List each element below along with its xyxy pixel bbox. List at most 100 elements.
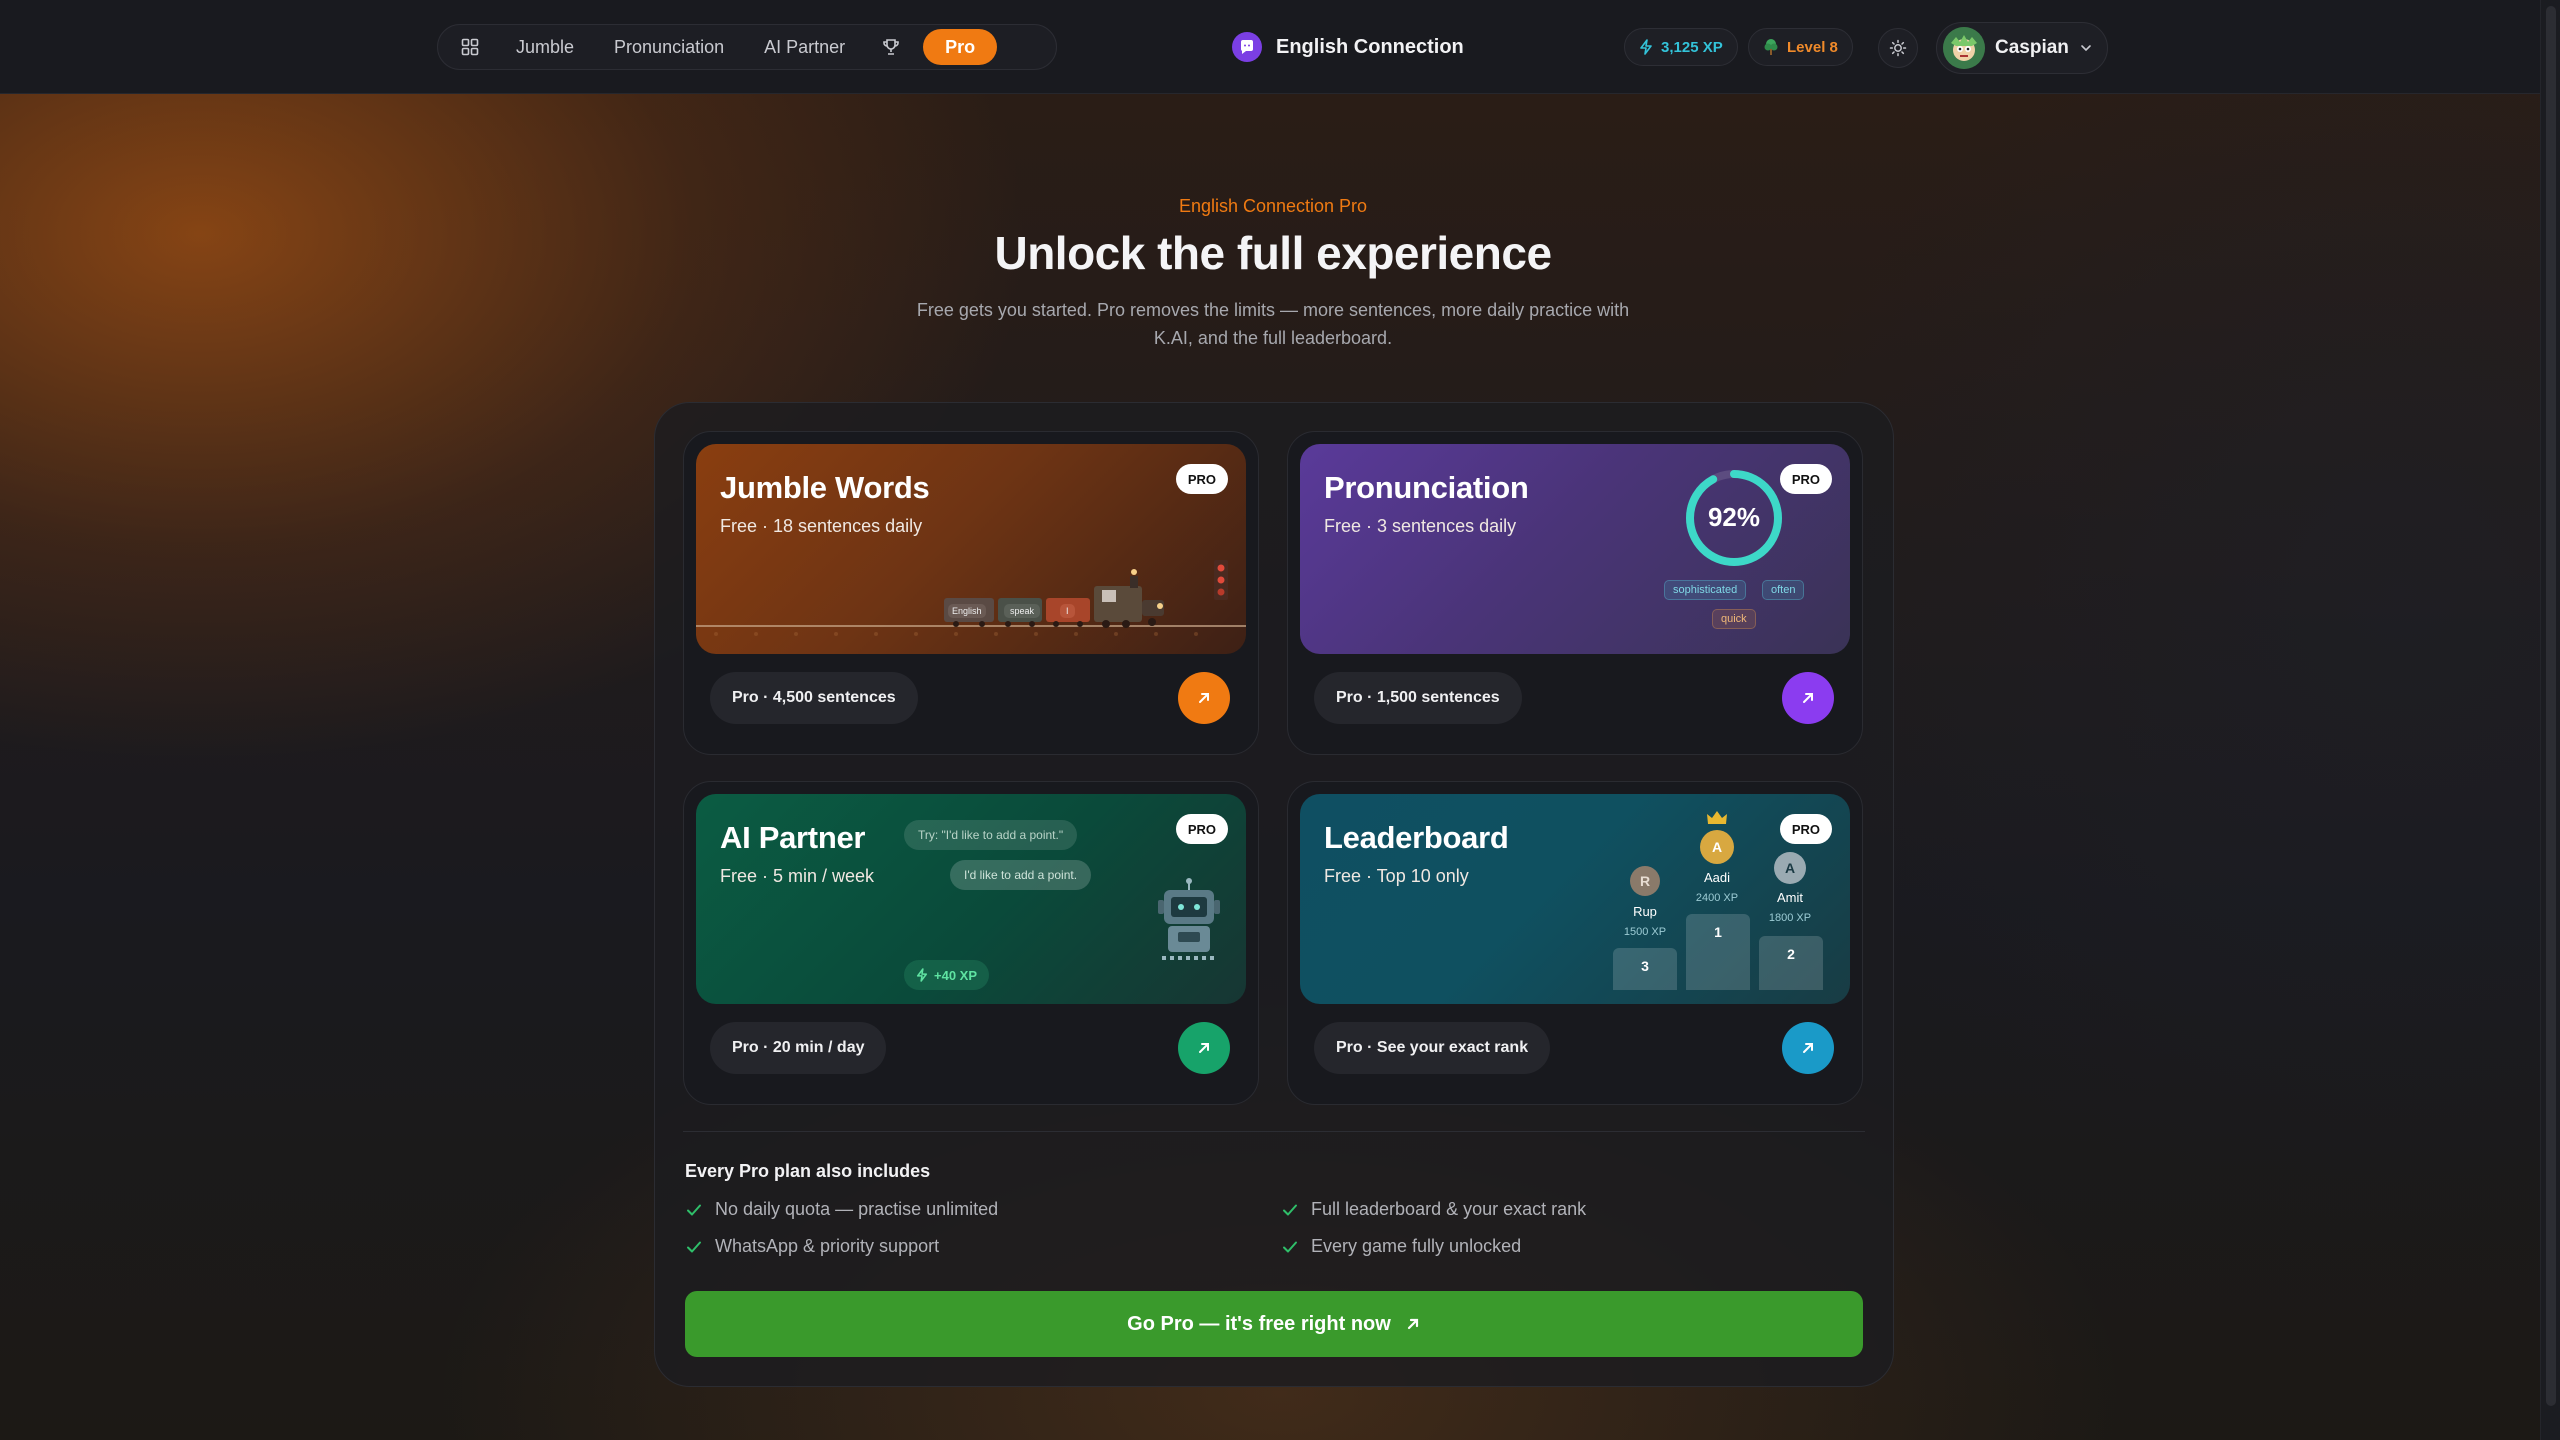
- brand-logo-icon: [1232, 32, 1262, 62]
- podium-avatar: R: [1630, 866, 1660, 896]
- lightning-icon: [916, 968, 928, 982]
- includes-item: No daily quota — practise unlimited: [685, 1199, 998, 1220]
- pro-limit-tag: Pro · 1,500 sentences: [1314, 672, 1522, 724]
- wagon-word: I: [1060, 604, 1075, 618]
- pro-limit-tag: Pro · 4,500 sentences: [710, 672, 918, 724]
- page-title: Unlock the full experience: [994, 227, 1552, 279]
- go-pro-button[interactable]: Go Pro — it's free right now: [685, 1291, 1863, 1357]
- chat-bubble-reply: I'd like to add a point.: [950, 860, 1092, 890]
- podium-xp: 1500 XP: [1623, 926, 1667, 938]
- nav-pronunciation[interactable]: Pronunciation: [594, 29, 744, 65]
- leaderboard-banner: Leaderboard Free · Top 10 only PRO R Rup…: [1300, 794, 1850, 1004]
- top-bar: Jumble Pronunciation AI Partner Pro Engl…: [0, 0, 2540, 94]
- includes-item: Full leaderboard & your exact rank: [1281, 1199, 1586, 1220]
- chevron-down-icon: [2081, 45, 2091, 52]
- user-menu-button[interactable]: Caspian: [1936, 22, 2108, 74]
- feature-card-pronunciation[interactable]: Pronunciation Free · 3 sentences daily P…: [1287, 431, 1863, 755]
- podium-name: Rup: [1633, 904, 1657, 919]
- includes-item: Every game fully unlocked: [1281, 1236, 1521, 1257]
- check-icon: [1283, 1241, 1297, 1252]
- card-title: Pronunciation: [1324, 470, 1529, 505]
- check-icon: [687, 1204, 701, 1215]
- open-leaderboard-button[interactable]: [1782, 1022, 1834, 1074]
- includes-item: WhatsApp & priority support: [685, 1236, 939, 1257]
- crown-icon: [1707, 811, 1727, 824]
- nav-leaderboard-button[interactable]: [865, 29, 917, 65]
- theme-toggle-button[interactable]: [1878, 28, 1918, 68]
- xp-value: 3,125 XP: [1661, 38, 1723, 56]
- card-footer: Pro · 1,500 sentences: [1314, 670, 1834, 726]
- arrow-up-right-icon: [1199, 693, 1209, 703]
- nav-ai-partner[interactable]: AI Partner: [744, 29, 865, 65]
- card-free-limit: Free · 5 min / week: [720, 866, 875, 886]
- pro-badge: PRO: [1175, 464, 1228, 494]
- card-title: Leaderboard: [1324, 820, 1509, 855]
- train-illustration: [696, 560, 1246, 636]
- lightning-icon: [1640, 39, 1652, 55]
- hero-eyebrow: English Connection Pro: [1178, 196, 1368, 216]
- go-pro-label: Go Pro — it's free right now: [1127, 1312, 1391, 1335]
- sun-icon: [1889, 39, 1907, 57]
- feature-card-jumble[interactable]: Jumble Words Free · 18 sentences daily P…: [683, 431, 1259, 755]
- open-ai-partner-button[interactable]: [1178, 1022, 1230, 1074]
- robot-icon: [1158, 878, 1220, 960]
- podium-step-2: 2: [1759, 936, 1823, 990]
- podium-name: Amit: [1777, 890, 1803, 905]
- feature-card-leaderboard[interactable]: Leaderboard Free · Top 10 only PRO R Rup…: [1287, 781, 1863, 1105]
- level-chip[interactable]: Level 8: [1748, 28, 1853, 66]
- word-chip: often: [1762, 580, 1805, 600]
- check-icon: [687, 1241, 701, 1252]
- page-subtitle: Free gets you started. Pro removes the l…: [916, 300, 1630, 348]
- grid-icon: [461, 38, 479, 56]
- card-free-limit: Free · 18 sentences daily: [720, 516, 923, 536]
- open-jumble-button[interactable]: [1178, 672, 1230, 724]
- level-value: Level 8: [1787, 38, 1838, 56]
- wagon-word: English: [948, 604, 986, 618]
- card-footer: Pro · 4,500 sentences: [710, 670, 1230, 726]
- nav-jumble[interactable]: Jumble: [496, 29, 594, 65]
- main-nav: Jumble Pronunciation AI Partner Pro: [437, 24, 1057, 70]
- brand-name: English Connection: [1276, 35, 1464, 58]
- includes-item-label: No daily quota — practise unlimited: [715, 1199, 999, 1219]
- pro-features-panel: Jumble Words Free · 18 sentences daily P…: [654, 402, 1894, 1387]
- feature-card-ai-partner[interactable]: AI Partner Free · 5 min / week PRO Try: …: [683, 781, 1259, 1105]
- arrow-up-right-icon: [1803, 1043, 1813, 1053]
- card-free-limit: Free · 3 sentences daily: [1324, 516, 1517, 536]
- xp-chip[interactable]: 3,125 XP: [1624, 28, 1738, 66]
- jumble-banner: Jumble Words Free · 18 sentences daily P…: [696, 444, 1246, 654]
- pro-limit-tag: Pro · See your exact rank: [1314, 1022, 1551, 1074]
- podium-xp: 2400 XP: [1695, 892, 1739, 904]
- pro-badge: PRO: [1175, 814, 1228, 844]
- trophy-icon: [883, 39, 899, 55]
- nav-pro[interactable]: Pro: [923, 29, 998, 65]
- arrow-up-right-icon: [1199, 1043, 1209, 1053]
- xp-reward-label: +40 XP: [934, 967, 978, 983]
- xp-reward: +40 XP: [904, 960, 990, 990]
- chat-bubble-hint: Try: "I'd like to add a point.": [904, 820, 1078, 850]
- podium-step-1: 1: [1686, 914, 1750, 990]
- word-chip: sophisticated: [1664, 580, 1747, 600]
- scrollbar-thumb[interactable]: [2546, 6, 2556, 1406]
- user-name: Caspian: [1995, 37, 2069, 58]
- arrow-up-right-icon: [1407, 1318, 1418, 1330]
- card-free-limit: Free · Top 10 only: [1324, 866, 1469, 886]
- podium-name: Aadi: [1703, 870, 1731, 885]
- pronunciation-banner: Pronunciation Free · 3 sentences daily P…: [1300, 444, 1850, 654]
- avatar: [1943, 27, 1985, 69]
- dashboard-grid-button[interactable]: [444, 29, 496, 65]
- arrow-up-right-icon: [1803, 693, 1813, 703]
- pronunciation-score: 92%: [1707, 502, 1761, 532]
- podium-step-3: 3: [1613, 948, 1677, 990]
- open-pronunciation-button[interactable]: [1782, 672, 1834, 724]
- pro-badge: PRO: [1779, 814, 1832, 844]
- card-title: AI Partner: [720, 820, 866, 855]
- card-footer: Pro · See your exact rank: [1314, 1020, 1834, 1076]
- tree-icon: [1764, 39, 1778, 55]
- podium-avatar: A: [1774, 852, 1806, 884]
- card-title: Jumble Words: [720, 470, 930, 505]
- includes-item-label: Full leaderboard & your exact rank: [1311, 1199, 1587, 1219]
- brand[interactable]: English Connection: [1232, 30, 1464, 64]
- ai-partner-banner: AI Partner Free · 5 min / week PRO Try: …: [696, 794, 1246, 1004]
- wagon-word: speak: [1004, 604, 1041, 618]
- card-footer: Pro · 20 min / day: [710, 1020, 1230, 1076]
